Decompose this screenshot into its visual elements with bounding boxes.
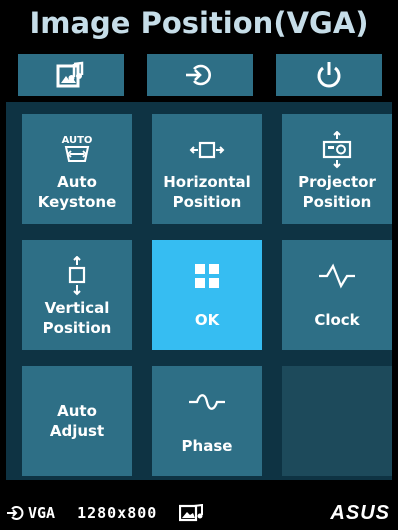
tile-label: Phase [181, 437, 233, 455]
tile-clock[interactable]: Clock [282, 240, 392, 350]
tile-empty [282, 366, 392, 476]
auto-keystone-icon: AUTO [60, 128, 94, 172]
phase-wave-icon [187, 380, 227, 424]
power-icon [315, 60, 343, 90]
tile-auto-keystone[interactable]: AUTO Auto Keystone [22, 114, 132, 224]
source-label: VGA [28, 504, 56, 522]
tab-image-settings[interactable] [18, 54, 124, 96]
tile-label: Horizontal Position [163, 173, 251, 211]
image-mode-icon [179, 504, 205, 522]
tab-input-source[interactable] [147, 54, 253, 96]
tile-ok[interactable]: OK [152, 240, 262, 350]
tile-phase[interactable]: Phase [152, 366, 262, 476]
ok-grid-icon [194, 254, 220, 298]
tile-label: Auto Keystone [37, 173, 117, 211]
top-menu-bar [18, 54, 382, 96]
asus-logo: ASUS [330, 502, 390, 524]
tile-label: Clock [314, 311, 360, 329]
tab-power[interactable] [276, 54, 382, 96]
tile-label: Projector Position [298, 173, 376, 211]
resolution-label: 1280x800 [77, 504, 158, 522]
tile-projector-position[interactable]: Projector Position [282, 114, 392, 224]
projector-position-icon [320, 128, 354, 172]
vertical-position-icon [62, 254, 92, 298]
tile-auto-adjust[interactable]: Auto Adjust [22, 366, 132, 476]
tile-horizontal-position[interactable]: Horizontal Position [152, 114, 262, 224]
input-source-icon [184, 62, 216, 88]
status-bar: VGA 1280x800 ASUS [0, 498, 398, 528]
tile-label: Vertical Position [42, 299, 112, 337]
image-settings-icon [56, 61, 86, 89]
horizontal-position-icon [189, 128, 225, 172]
input-source-icon [6, 505, 24, 521]
tile-label: OK [194, 311, 220, 329]
tile-label: Auto Adjust [49, 402, 105, 440]
svg-text:AUTO: AUTO [62, 135, 93, 146]
page-title: Image Position(VGA) [29, 6, 369, 40]
tile-vertical-position[interactable]: Vertical Position [22, 240, 132, 350]
clock-wave-icon [317, 254, 357, 298]
menu-panel: AUTO Auto Keystone Horizontal Position P… [6, 102, 392, 480]
